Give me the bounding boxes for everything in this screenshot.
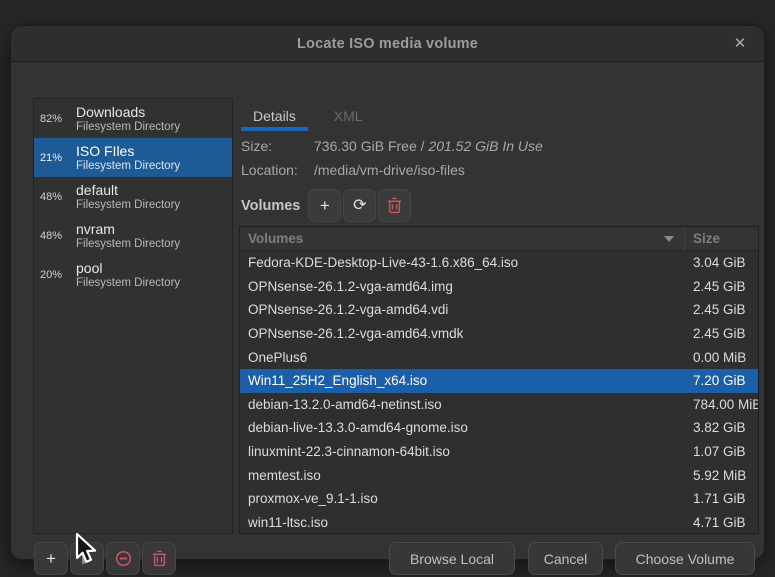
browse-local-button[interactable]: Browse Local — [389, 542, 515, 575]
trash-icon — [387, 197, 402, 214]
volumes-table-body: Fedora-KDE-Desktop-Live-43-1.6.x86_64.is… — [240, 251, 758, 534]
column-header-volumes[interactable]: Volumes — [240, 231, 684, 246]
tab-xml[interactable]: XML — [322, 104, 375, 131]
volume-size: 1.71 GiB — [685, 491, 758, 506]
refresh-volumes-button[interactable]: ⟳ — [343, 189, 376, 222]
volume-name: proxmox-ve_9.1-1.iso — [240, 491, 685, 506]
volumes-section-label: Volumes — [241, 198, 300, 214]
close-icon[interactable]: ✕ — [730, 34, 750, 54]
refresh-icon: ⟳ — [353, 198, 366, 214]
pool-name: ISO FIles — [76, 143, 180, 159]
volume-size: 3.04 GiB — [685, 255, 758, 270]
storage-pool-list[interactable]: 82% Downloads Filesystem Directory 21% I… — [33, 98, 233, 534]
volume-row[interactable]: debian-13.2.0-amd64-netinst.iso 784.00 M… — [240, 393, 758, 417]
size-label: Size: — [241, 138, 314, 154]
volume-row[interactable]: OPNsense-26.1.2-vga-amd64.vmdk 2.45 GiB — [240, 322, 758, 346]
locate-iso-dialog: Locate ISO media volume ✕ 82% Downloads … — [10, 25, 765, 560]
volume-name: win11-ltsc.iso — [240, 515, 685, 530]
volume-name: linuxmint-22.3-cinnamon-64bit.iso — [240, 444, 685, 459]
volume-name: OPNsense-26.1.2-vga-amd64.vdi — [240, 302, 685, 317]
storage-pool-item[interactable]: 20% pool Filesystem Directory — [34, 255, 232, 294]
location-label: Location: — [241, 162, 314, 178]
pool-type: Filesystem Directory — [76, 276, 180, 290]
delete-pool-button[interactable] — [142, 542, 176, 575]
cancel-button[interactable]: Cancel — [528, 542, 603, 575]
detail-tabs: Details XML — [241, 104, 389, 131]
play-icon: ▶ — [82, 552, 92, 565]
storage-pool-item[interactable]: 48% nvram Filesystem Directory — [34, 216, 232, 255]
tab-details[interactable]: Details — [241, 104, 308, 131]
trash-icon — [152, 550, 167, 567]
dialog-title: Locate ISO media volume — [297, 36, 478, 52]
pool-usage-percent: 48% — [40, 230, 72, 242]
volume-name: debian-live-13.3.0-amd64-gnome.iso — [240, 420, 685, 435]
volume-name: memtest.iso — [240, 468, 685, 483]
volume-size: 4.71 GiB — [685, 515, 758, 530]
size-free-value: 736.30 GiB Free / — [314, 138, 428, 154]
plus-icon: + — [46, 550, 56, 567]
volume-size: 2.45 GiB — [685, 279, 758, 294]
pool-name: default — [76, 182, 180, 198]
volume-row[interactable]: win11-ltsc.iso 4.71 GiB — [240, 511, 758, 534]
pool-name: Downloads — [76, 104, 180, 120]
volume-row[interactable]: Fedora-KDE-Desktop-Live-43-1.6.x86_64.is… — [240, 251, 758, 275]
volume-size: 784.00 MiB — [685, 397, 758, 412]
size-used-value: 201.52 GiB In Use — [428, 138, 542, 154]
volume-row[interactable]: memtest.iso 5.92 MiB — [240, 463, 758, 487]
volumes-table-header: Volumes Size — [240, 227, 758, 251]
stop-pool-button[interactable] — [106, 542, 140, 575]
volume-size: 1.07 GiB — [685, 444, 758, 459]
pool-type: Filesystem Directory — [76, 237, 180, 251]
volume-row[interactable]: OPNsense-26.1.2-vga-amd64.vdi 2.45 GiB — [240, 298, 758, 322]
pool-usage-percent: 21% — [40, 152, 72, 164]
volume-name: OnePlus6 — [240, 350, 685, 365]
storage-pool-item[interactable]: 21% ISO FIles Filesystem Directory — [34, 138, 232, 177]
volume-size: 7.20 GiB — [685, 373, 758, 388]
choose-volume-button[interactable]: Choose Volume — [615, 542, 755, 575]
stop-circle-icon — [115, 550, 132, 567]
volume-row[interactable]: Win11_25H2_English_x64.iso 7.20 GiB — [240, 369, 758, 393]
column-header-size[interactable]: Size — [685, 231, 758, 246]
pool-name: nvram — [76, 221, 180, 237]
volume-size: 2.45 GiB — [685, 302, 758, 317]
volumes-toolbar: Volumes + ⟳ — [241, 189, 413, 222]
volume-row[interactable]: debian-live-13.3.0-amd64-gnome.iso 3.82 … — [240, 416, 758, 440]
add-pool-button[interactable]: + — [34, 542, 68, 575]
pool-size-row: Size:736.30 GiB Free / 201.52 GiB In Use — [241, 138, 543, 154]
pool-type: Filesystem Directory — [76, 198, 180, 212]
storage-pool-item[interactable]: 48% default Filesystem Directory — [34, 177, 232, 216]
volume-row[interactable]: OnePlus6 0.00 MiB — [240, 345, 758, 369]
start-pool-button[interactable]: ▶ — [70, 542, 104, 575]
volumes-table[interactable]: Volumes Size Fedora-KDE-Desktop-Live-43-… — [239, 226, 759, 534]
volume-size: 5.92 MiB — [685, 468, 758, 483]
pool-name: pool — [76, 260, 180, 276]
pool-type: Filesystem Directory — [76, 159, 180, 173]
volume-size: 3.82 GiB — [685, 420, 758, 435]
pool-type: Filesystem Directory — [76, 120, 180, 134]
storage-pool-item[interactable]: 82% Downloads Filesystem Directory — [34, 99, 232, 138]
pool-usage-percent: 48% — [40, 191, 72, 203]
plus-icon: + — [320, 197, 330, 214]
volume-name: debian-13.2.0-amd64-netinst.iso — [240, 397, 685, 412]
volume-size: 0.00 MiB — [685, 350, 758, 365]
pool-usage-percent: 20% — [40, 269, 72, 281]
add-volume-button[interactable]: + — [308, 189, 341, 222]
volume-row[interactable]: OPNsense-26.1.2-vga-amd64.img 2.45 GiB — [240, 275, 758, 299]
volume-row[interactable]: proxmox-ve_9.1-1.iso 1.71 GiB — [240, 487, 758, 511]
volume-name: OPNsense-26.1.2-vga-amd64.img — [240, 279, 685, 294]
pool-location-row: Location:/media/vm-drive/iso-files — [241, 162, 465, 178]
dialog-titlebar: Locate ISO media volume ✕ — [11, 26, 764, 62]
volume-name: OPNsense-26.1.2-vga-amd64.vmdk — [240, 326, 685, 341]
delete-volume-button[interactable] — [378, 189, 411, 222]
pool-usage-percent: 82% — [40, 113, 72, 125]
volume-name: Win11_25H2_English_x64.iso — [240, 373, 685, 388]
sort-descending-icon — [664, 236, 674, 242]
volume-name: Fedora-KDE-Desktop-Live-43-1.6.x86_64.is… — [240, 255, 685, 270]
location-value: /media/vm-drive/iso-files — [314, 162, 465, 178]
volume-size: 2.45 GiB — [685, 326, 758, 341]
pool-action-buttons: + ▶ — [34, 542, 178, 575]
volume-row[interactable]: linuxmint-22.3-cinnamon-64bit.iso 1.07 G… — [240, 440, 758, 464]
